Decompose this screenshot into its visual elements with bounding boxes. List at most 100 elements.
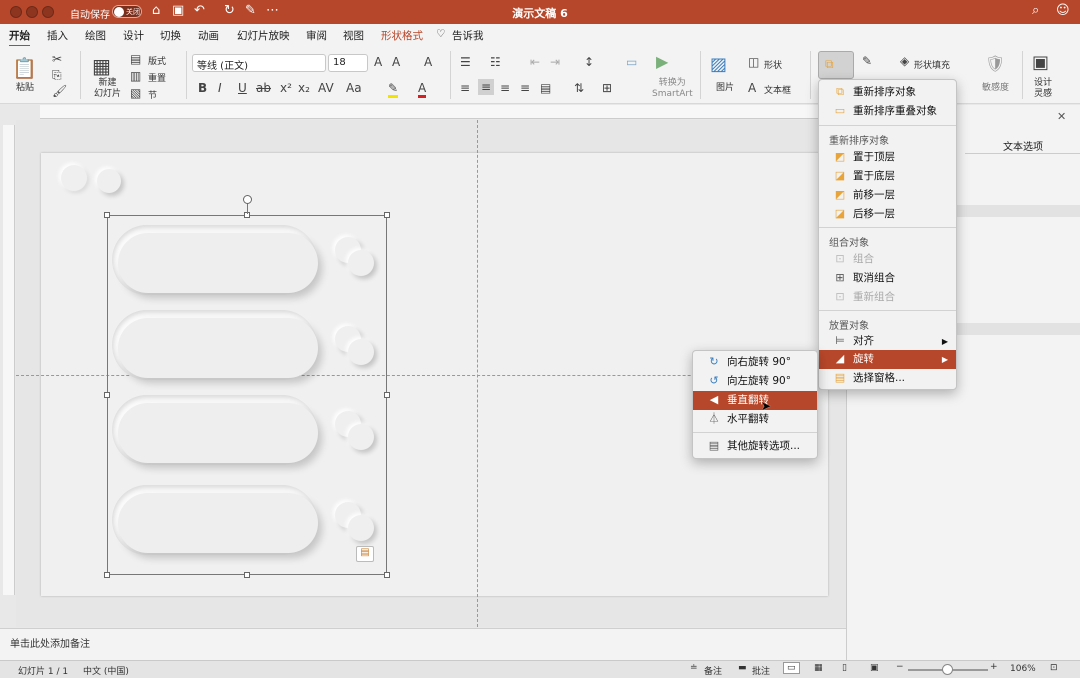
shape-fill-icon[interactable]: ◈	[900, 54, 909, 68]
increase-indent-icon[interactable]: ⇥	[550, 55, 560, 69]
highlight-icon[interactable]: ✎	[388, 81, 399, 98]
menu-item-flip-horizontal[interactable]: ⏃ 水平翻转	[693, 410, 817, 429]
notes-pane[interactable]: 单击此处添加备注	[0, 628, 846, 660]
align-center-icon[interactable]: ≡	[478, 79, 495, 95]
new-slide-icon[interactable]: ▦	[92, 54, 111, 78]
tab-text-options[interactable]: 文本选项	[965, 138, 1080, 154]
tab-draw[interactable]: 绘图	[85, 28, 106, 43]
justify-icon[interactable]: ≡	[520, 81, 530, 95]
search-icon[interactable]: ⌕	[1032, 3, 1039, 18]
distributed-icon[interactable]: ▤	[540, 81, 551, 95]
menu-item-reorder-overlapping[interactable]: ▭ 重新排序重叠对象	[819, 102, 956, 121]
comments-icon[interactable]: ▬	[738, 663, 747, 673]
tab-transitions[interactable]: 切换	[160, 28, 181, 43]
copy-icon[interactable]: ⎘	[52, 68, 62, 83]
numbering-icon[interactable]: ☷	[490, 55, 501, 69]
notes-icon[interactable]: ≐	[690, 663, 698, 673]
comments-status-button[interactable]: 批注	[752, 664, 770, 677]
textbox-icon[interactable]: A	[748, 81, 756, 95]
tab-design[interactable]: 设计	[123, 28, 144, 43]
resize-handle[interactable]	[104, 572, 110, 578]
increase-font-icon[interactable]: A	[374, 55, 382, 69]
resize-handle[interactable]	[384, 392, 390, 398]
sorter-view-icon[interactable]: ▦	[814, 663, 823, 673]
smartart-icon[interactable]: ▶	[656, 52, 668, 71]
decrease-font-icon[interactable]: A	[392, 55, 400, 69]
account-icon[interactable]: ☺	[1056, 3, 1070, 18]
resize-handle[interactable]	[384, 572, 390, 578]
menu-item-bring-to-front[interactable]: ◩ 置于顶层	[819, 148, 956, 167]
change-case-icon[interactable]: Aa	[346, 81, 362, 95]
menu-item-selection-pane[interactable]: ▤ 选择窗格...	[819, 369, 956, 388]
zoom-slider-thumb[interactable]	[942, 664, 953, 675]
fit-slide-icon[interactable]: ⊡	[1050, 663, 1058, 673]
resize-handle[interactable]	[104, 392, 110, 398]
zoom-in-icon[interactable]: +	[990, 662, 998, 672]
menu-item-flip-vertical[interactable]: ◀ 垂直翻转	[693, 391, 817, 410]
resize-handle[interactable]	[384, 212, 390, 218]
decrease-indent-icon[interactable]: ⇤	[530, 55, 540, 69]
bullets-icon[interactable]: ☰	[460, 55, 471, 69]
design-ideas-icon[interactable]: ▣	[1032, 52, 1049, 73]
line-spacing-icon[interactable]: ↕	[584, 55, 594, 69]
menu-item-send-backward[interactable]: ◪ 后移一层	[819, 205, 956, 224]
superscript-icon[interactable]: x²	[280, 81, 292, 95]
section-label[interactable]: 节	[148, 88, 157, 101]
zoom-out-icon[interactable]: −	[896, 662, 904, 672]
menu-item-bring-forward[interactable]: ◩ 前移一层	[819, 186, 956, 205]
menu-item-reorder-objects[interactable]: ⧉ 重新排序对象	[819, 83, 956, 102]
align-right-icon[interactable]: ≡	[500, 81, 510, 95]
menu-item-more-rotation[interactable]: ▤ 其他旋转选项...	[693, 437, 817, 456]
underline-icon[interactable]: U	[238, 81, 247, 95]
reset-label[interactable]: 重置	[148, 71, 166, 84]
align-left-icon[interactable]: ≡	[460, 81, 470, 95]
quick-styles-icon[interactable]: ✎	[862, 54, 872, 68]
menu-item-ungroup[interactable]: ⊞ 取消组合	[819, 269, 956, 288]
shapes-icon[interactable]: ◫	[748, 55, 759, 69]
align-text-icon[interactable]: ⊞	[602, 81, 612, 95]
resize-handle[interactable]	[104, 212, 110, 218]
vertical-guide[interactable]	[477, 120, 478, 627]
menu-item-send-to-back[interactable]: ◪ 置于底层	[819, 167, 956, 186]
strikethrough-icon[interactable]: ab	[256, 81, 271, 95]
tab-tell-me[interactable]: 告诉我	[452, 28, 484, 43]
tab-slideshow[interactable]: 幻灯片放映	[237, 28, 290, 43]
reset-icon[interactable]: ▥	[130, 69, 141, 83]
section-icon[interactable]: ▧	[130, 86, 141, 100]
shapes-label[interactable]: 形状	[764, 58, 782, 71]
arrange-button[interactable]: ⧉	[818, 51, 854, 79]
sensitivity-icon[interactable]: 🛡	[985, 54, 1005, 73]
tab-shape-format[interactable]: 形状格式	[381, 28, 423, 43]
tab-review[interactable]: 审阅	[306, 28, 327, 43]
paste-options-icon[interactable]: ▤	[356, 546, 374, 562]
clear-format-icon[interactable]: A	[424, 55, 432, 69]
char-spacing-icon[interactable]: AV	[318, 81, 334, 95]
columns-icon[interactable]: ▭	[626, 55, 637, 69]
shape-fill-label[interactable]: 形状填充	[914, 58, 950, 71]
picture-icon[interactable]: ▨	[710, 54, 727, 75]
notes-button[interactable]: 备注	[704, 664, 722, 677]
menu-item-align[interactable]: ⊨ 对齐 ▶	[819, 332, 956, 351]
convert-smartart-label[interactable]: 转换为 SmartArt	[652, 78, 693, 100]
picture-label[interactable]: 图片	[716, 80, 734, 93]
layout-icon[interactable]: ▤	[130, 52, 141, 66]
font-color-icon[interactable]: A	[418, 81, 427, 98]
menu-item-rotate[interactable]: ◢ 旋转 ▶	[819, 350, 956, 369]
menu-item-rotate-right[interactable]: ↻ 向右旋转 90°	[693, 353, 817, 372]
language[interactable]: 中文 (中国)	[83, 664, 129, 677]
tab-animations[interactable]: 动画	[198, 28, 219, 43]
selection-box[interactable]	[107, 215, 387, 575]
rotation-handle[interactable]	[243, 195, 252, 204]
textbox-label[interactable]: 文本框	[764, 83, 791, 96]
italic-icon[interactable]: I	[218, 81, 222, 95]
cut-icon[interactable]: ✂	[52, 52, 62, 66]
tab-insert[interactable]: 插入	[47, 28, 68, 43]
tab-view[interactable]: 视图	[343, 28, 364, 43]
menu-item-rotate-left[interactable]: ↺ 向左旋转 90°	[693, 372, 817, 391]
font-size-select[interactable]: 18	[328, 54, 368, 72]
paste-icon[interactable]: 📋	[12, 56, 37, 80]
text-direction-icon[interactable]: ⇅	[574, 81, 584, 95]
reading-view-icon[interactable]: ▯	[842, 663, 847, 673]
slideshow-icon[interactable]: ▣	[870, 663, 879, 673]
subscript-icon[interactable]: x₂	[298, 81, 310, 95]
